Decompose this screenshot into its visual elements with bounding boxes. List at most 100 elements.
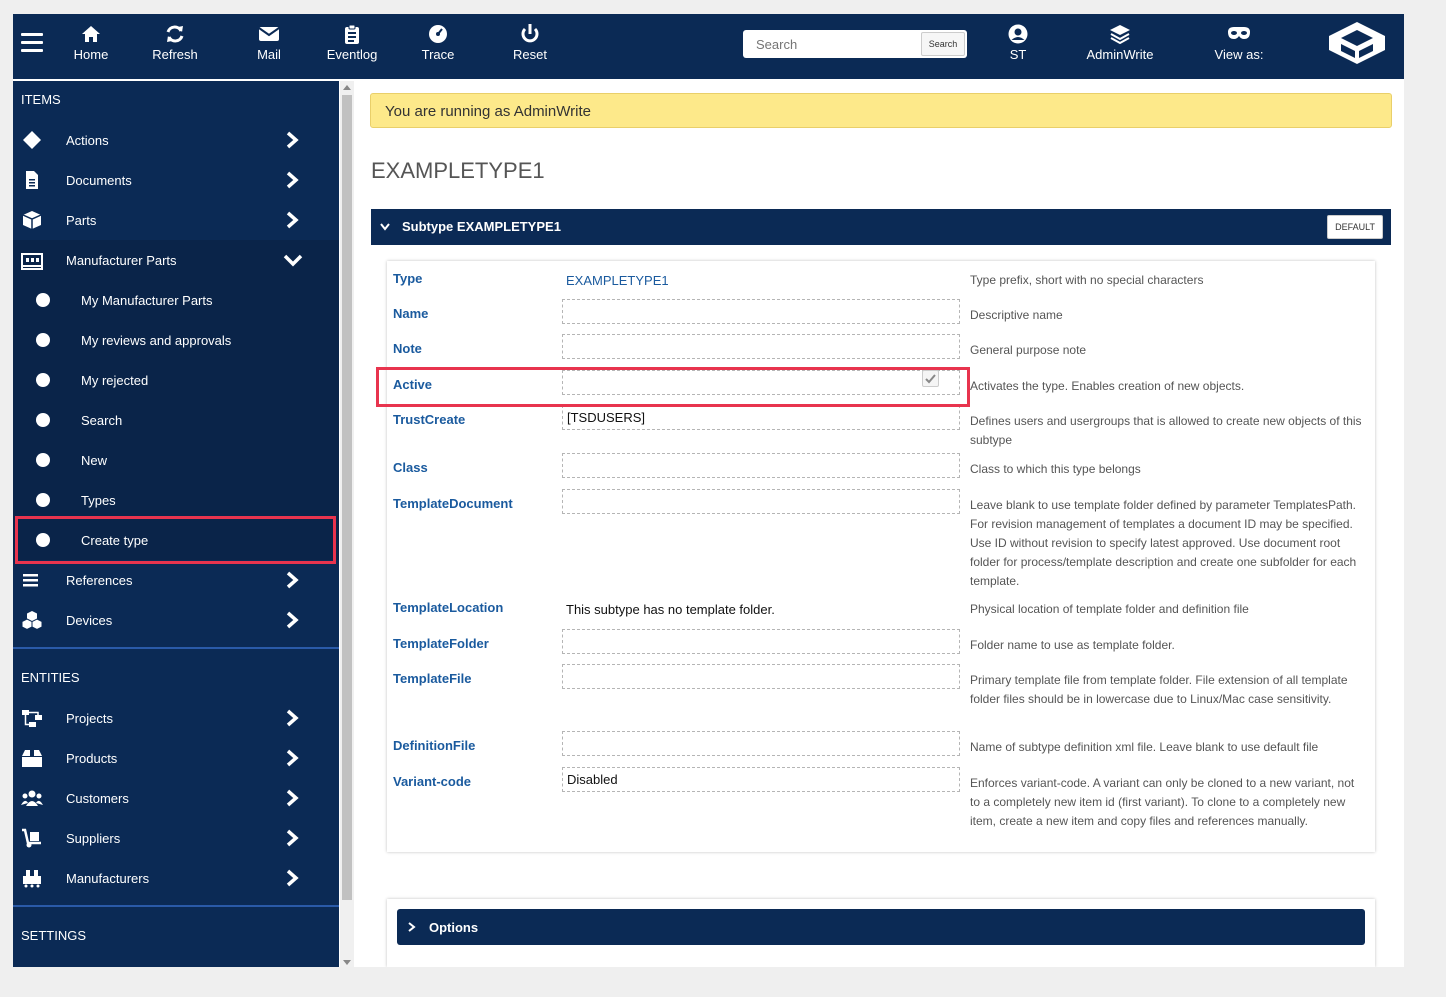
hamburger-menu-icon[interactable] [21,33,43,52]
sidebar-item-actions[interactable]: Actions [13,120,339,160]
sidebar-divider [13,905,339,907]
sidebar-subitem-my-manufacturer-parts[interactable]: My Manufacturer Parts [13,280,339,320]
search-button[interactable]: Search [921,32,965,56]
options-expander[interactable]: Options [397,909,1365,945]
field-description: Defines users and usergroups that is all… [970,414,1362,447]
sidebar-item-label: References [66,573,133,588]
trustcreate-input[interactable]: [TSDUSERS] [562,405,960,430]
templatedocument-input[interactable] [562,489,960,514]
templatefolder-input[interactable] [562,629,960,654]
sidebar-item-label: Documents [66,173,132,188]
sidebar-subitem-my-rejected[interactable]: My rejected [13,360,339,400]
sidebar-subitem-label: My rejected [81,373,149,388]
chevron-right-icon [286,211,299,229]
role-label: AdminWrite [1086,47,1154,62]
note-input[interactable] [562,334,960,359]
sidebar-subitem-new[interactable]: New [13,440,339,480]
class-input[interactable] [562,453,960,478]
sidebar-item-customers[interactable]: Customers [13,778,339,818]
bullet-icon [36,493,50,507]
field-label: TemplateDocument [393,496,513,511]
cube-icon [22,211,42,229]
sidebar-item-references[interactable]: References [13,560,339,600]
section-settings-heading: SETTINGS [21,928,87,943]
field-description: Primary template file from template fold… [970,673,1348,706]
section-items-heading: ITEMS [21,92,61,107]
nav-eventlog-label: Eventlog [326,47,378,62]
nav-mail-button[interactable]: Mail [229,24,309,62]
sidebar-subitem-search[interactable]: Search [13,400,339,440]
sidebar-scrollbar[interactable] [340,81,354,967]
chevron-right-icon [286,709,299,727]
layers-icon [1110,25,1130,44]
nav-reset-button[interactable]: Reset [490,24,570,62]
default-button[interactable]: DEFAULT [1327,215,1383,239]
field-label: Note [393,341,422,356]
field-label: Class [393,460,428,475]
user-button[interactable]: ST [978,24,1058,62]
sidebar-subitem-label: My Manufacturer Parts [81,293,213,308]
sidebar-subitem-types[interactable]: Types [13,480,339,520]
options-label: Options [429,920,479,935]
role-button[interactable]: AdminWrite [1070,24,1170,62]
dolly-icon [22,828,41,848]
sidebar-item-projects[interactable]: Projects [13,698,339,738]
nav-eventlog-button[interactable]: Eventlog [312,24,392,62]
scrollbar-thumb[interactable] [342,95,352,900]
sidebar-item-documents[interactable]: Documents [13,160,339,200]
field-label: Variant-code [393,774,472,789]
sidebar-item-parts[interactable]: Parts [13,200,339,240]
chevron-right-icon [286,869,299,887]
scroll-down-icon[interactable] [343,960,351,965]
templatefile-input[interactable] [562,664,960,689]
chevron-right-icon [286,749,299,767]
variantcode-input[interactable]: Disabled [562,767,960,792]
box-icon [22,750,42,767]
sidebar-subitem-my-reviews[interactable]: My reviews and approvals [13,320,339,360]
field-label: Type [393,271,423,286]
sidebar-item-products[interactable]: Products [13,738,339,778]
chevron-right-icon [286,571,299,589]
view-as-button[interactable]: View as: [1199,24,1279,62]
field-label: DefinitionFile [393,738,476,753]
search-box: Search [743,30,967,58]
factory-icon [21,253,43,270]
chevron-right-icon [286,829,299,847]
templatelocation-value: This subtype has no template folder. [566,602,775,617]
scroll-up-icon[interactable] [343,85,351,90]
search-input[interactable] [743,30,921,58]
sidebar-item-devices[interactable]: Devices [13,600,339,640]
sidebar-subitem-label: New [81,453,108,468]
field-description: Enforces variant-code. A variant can onl… [970,776,1355,828]
sidebar-item-manufacturer-parts[interactable]: Manufacturer Parts [13,240,339,280]
field-label: TrustCreate [393,412,466,427]
sidebar-item-suppliers[interactable]: Suppliers [13,818,339,858]
mask-icon [1228,27,1250,39]
field-description: General purpose note [970,343,1087,357]
sitemap-icon [22,710,42,727]
definitionfile-input[interactable] [562,731,960,756]
refresh-icon [166,25,184,43]
name-input[interactable] [562,299,960,324]
bullet-icon [36,333,50,347]
sidebar-subitem-label: Types [81,493,116,508]
subtype-form: Type EXAMPLETYPE1 Type prefix, short wit… [387,261,1375,852]
bullet-icon [36,293,50,307]
user-label: ST [1009,47,1027,62]
user-icon [1008,24,1028,44]
bullet-icon [36,453,50,467]
sidebar-item-label: Manufacturer Parts [66,253,177,268]
subtype-panel-header[interactable]: Subtype EXAMPLETYPE1 DEFAULT [371,209,1391,245]
nav-home-button[interactable]: Home [51,24,131,62]
mail-icon [258,27,280,41]
type-value: EXAMPLETYPE1 [566,273,669,288]
nav-trace-button[interactable]: Trace [398,24,478,62]
sidebar-item-label: Products [66,751,118,766]
cube-logo-icon[interactable] [1325,20,1389,71]
sidebar-item-manufacturers[interactable]: Manufacturers [13,858,339,898]
bullet-icon [36,413,50,427]
view-as-label: View as: [1214,47,1264,62]
sidebar-subitem-label: Search [81,413,123,428]
nav-refresh-button[interactable]: Refresh [135,24,215,62]
nav-home-label: Home [73,47,109,62]
